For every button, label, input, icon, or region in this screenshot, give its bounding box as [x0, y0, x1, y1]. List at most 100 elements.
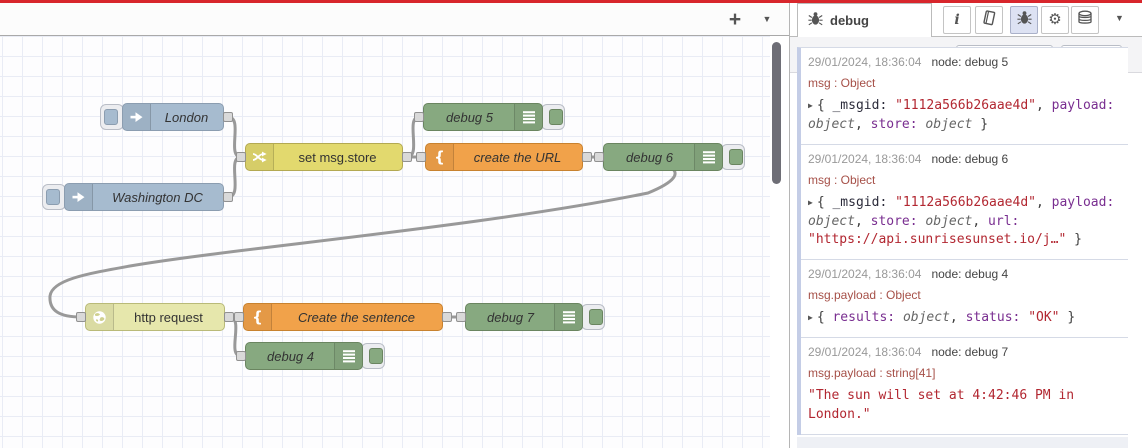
- sidebar-separator[interactable]: [789, 3, 790, 448]
- sidebar-more-tabs-icon[interactable]: ▼: [1115, 13, 1124, 23]
- flow-list-dropdown-icon[interactable]: ▼: [754, 7, 780, 31]
- sidebar-tab-info[interactable]: i: [943, 6, 971, 34]
- message-timestamp: 29/01/2024, 18:36:04: [808, 151, 922, 166]
- debug-message-list: 29/01/2024, 18:36:04 node: debug 5 msg : O…: [797, 47, 1128, 435]
- sidebar-tab-debug-active[interactable]: debug: [797, 3, 932, 37]
- washington-dc-inject-button[interactable]: [46, 189, 60, 205]
- node-create-the-url[interactable]: { create the URL: [425, 143, 583, 171]
- node-set-msg-store[interactable]: set msg.store: [245, 143, 403, 171]
- node-label-debug-4: debug 4: [267, 348, 314, 364]
- canvas-vertical-scrollbar[interactable]: [772, 42, 781, 184]
- message-property-path: msg : Object: [808, 172, 876, 187]
- db-icon: [1077, 10, 1093, 31]
- input-port-http-request[interactable]: [76, 312, 86, 322]
- message-meta: 29/01/2024, 18:36:04 node: debug 5: [808, 55, 1123, 69]
- message-property-path: msg.payload : Object: [808, 288, 921, 303]
- debug-message-3[interactable]: 29/01/2024, 18:36:04 node: debug 4 msg.pay…: [801, 260, 1128, 339]
- debug-5-debug-toggle-button[interactable]: [549, 109, 563, 125]
- input-port-debug-7[interactable]: [456, 312, 466, 322]
- node-label-create-sentence: Create the sentence: [297, 309, 416, 325]
- output-port-create-the-url[interactable]: [582, 152, 592, 162]
- list-icon: [334, 343, 362, 369]
- bug-icon: [1016, 10, 1032, 30]
- brace-icon: {: [426, 144, 454, 170]
- message-timestamp: 29/01/2024, 18:36:04: [808, 55, 922, 69]
- message-payload-preview: ▶{ results: object, status: "OK" }: [808, 310, 1076, 326]
- info-icon: i: [954, 12, 960, 28]
- output-port-washington-dc[interactable]: [223, 192, 233, 202]
- sidebar-tab-config[interactable]: ⚙: [1041, 6, 1069, 34]
- debug-message-4[interactable]: 29/01/2024, 18:36:04 node: debug 7 msg.pay…: [801, 338, 1128, 435]
- node-debug-6[interactable]: debug 6: [603, 143, 723, 171]
- node-label-debug-5: debug 5: [446, 109, 493, 125]
- message-meta: 29/01/2024, 18:36:04 node: debug 7: [808, 345, 1123, 359]
- london-inject-button[interactable]: [104, 109, 118, 125]
- inject-arrow-icon: [65, 184, 93, 210]
- node-label-debug-6: debug 6: [626, 149, 673, 165]
- add-flow-button[interactable]: +: [722, 7, 748, 31]
- output-port-create-sentence[interactable]: [442, 312, 452, 322]
- node-label-create-the-url: create the URL: [473, 149, 562, 165]
- debug-4-debug-toggle-button[interactable]: [369, 348, 383, 364]
- input-port-debug-5[interactable]: [414, 112, 424, 122]
- message-timestamp: 29/01/2024, 18:36:04: [808, 267, 922, 282]
- message-source-node: node: debug 5: [931, 55, 1009, 69]
- debug-6-debug-toggle-button[interactable]: [729, 149, 743, 165]
- sidebar-tab-context[interactable]: [1071, 6, 1099, 34]
- brace-icon: {: [244, 304, 272, 330]
- debug-message-1[interactable]: 29/01/2024, 18:36:04 node: debug 5 msg : O…: [801, 48, 1128, 145]
- node-debug-4[interactable]: debug 4: [245, 342, 363, 370]
- expand-toggle-icon[interactable]: ▶: [808, 197, 813, 209]
- input-port-set-msg-store[interactable]: [236, 152, 246, 162]
- node-http-request[interactable]: http request: [85, 303, 225, 331]
- node-debug-5[interactable]: debug 5: [423, 103, 543, 131]
- node-london[interactable]: London: [122, 103, 224, 131]
- message-list-footer: [797, 437, 1128, 448]
- debug-message-2[interactable]: 29/01/2024, 18:36:04 node: debug 6 msg : O…: [801, 145, 1128, 261]
- sidebar: debug i⚙ ▼ all nodes ▼ all ▼ 29/01/2024,…: [790, 3, 1142, 448]
- wire-create-the-url-to-http-request[interactable]: [48, 155, 677, 319]
- node-label-london: London: [164, 109, 209, 125]
- inject-arrow-icon: [123, 104, 151, 130]
- node-create-sentence[interactable]: { Create the sentence: [243, 303, 443, 331]
- message-payload-preview: "The sun will set at 4:42:46 PM in Londo…: [808, 388, 1075, 422]
- sidebar-tab-help[interactable]: [975, 6, 1003, 34]
- input-port-create-the-url[interactable]: [416, 152, 426, 162]
- node-washington-dc[interactable]: Washington DC: [64, 183, 224, 211]
- message-meta: 29/01/2024, 18:36:04 node: debug 4: [808, 267, 1123, 281]
- message-property-path: msg.payload : string[41]: [808, 366, 936, 381]
- node-debug-7[interactable]: debug 7: [465, 303, 583, 331]
- list-icon: [514, 104, 542, 130]
- bug-icon: [808, 11, 823, 31]
- sidebar-tab-row: debug i ⚙ ▼: [790, 3, 1142, 37]
- debug-tab-label: debug: [830, 13, 869, 28]
- output-port-london[interactable]: [223, 112, 233, 122]
- message-payload-preview: ▶{ _msgid: "1112a566b26aae4d", payload: …: [808, 194, 1115, 248]
- message-meta: 29/01/2024, 18:36:04 node: debug 6: [808, 152, 1123, 166]
- message-property-path: msg : Object: [808, 76, 876, 90]
- wire-washington-dc-to-set-msg-store[interactable]: [226, 155, 243, 199]
- node-label-http-request: http request: [134, 309, 203, 325]
- node-label-set-msg-store: set msg.store: [298, 149, 377, 165]
- debug-7-debug-toggle-button[interactable]: [589, 309, 603, 325]
- wire-london-to-set-msg-store[interactable]: [226, 115, 243, 159]
- sidebar-tab-debug[interactable]: [1010, 6, 1038, 34]
- output-port-set-msg-store[interactable]: [402, 152, 412, 162]
- input-port-debug-4[interactable]: [236, 351, 246, 361]
- node-red-editor: + ▼ London Washington DC set msg.store debu…: [0, 0, 1142, 448]
- message-payload-preview: ▶{ _msgid: "1112a566b26aae4d", payload: …: [808, 98, 1115, 132]
- output-port-http-request[interactable]: [224, 312, 234, 322]
- message-source-node: node: debug 7: [931, 345, 1009, 360]
- list-icon: [554, 304, 582, 330]
- input-port-create-sentence[interactable]: [234, 312, 244, 322]
- node-label-debug-7: debug 7: [487, 309, 534, 325]
- workspace-tab-bar: + ▼: [0, 3, 789, 36]
- shuffle-icon: [246, 144, 274, 170]
- node-label-washington-dc: Washington DC: [112, 189, 203, 205]
- globe-icon: [86, 304, 114, 330]
- input-port-debug-6[interactable]: [594, 152, 604, 162]
- list-icon: [694, 144, 722, 170]
- expand-toggle-icon[interactable]: ▶: [808, 312, 813, 324]
- wire-set-msg-store-to-debug-5[interactable]: [405, 115, 421, 159]
- expand-toggle-icon[interactable]: ▶: [808, 100, 813, 112]
